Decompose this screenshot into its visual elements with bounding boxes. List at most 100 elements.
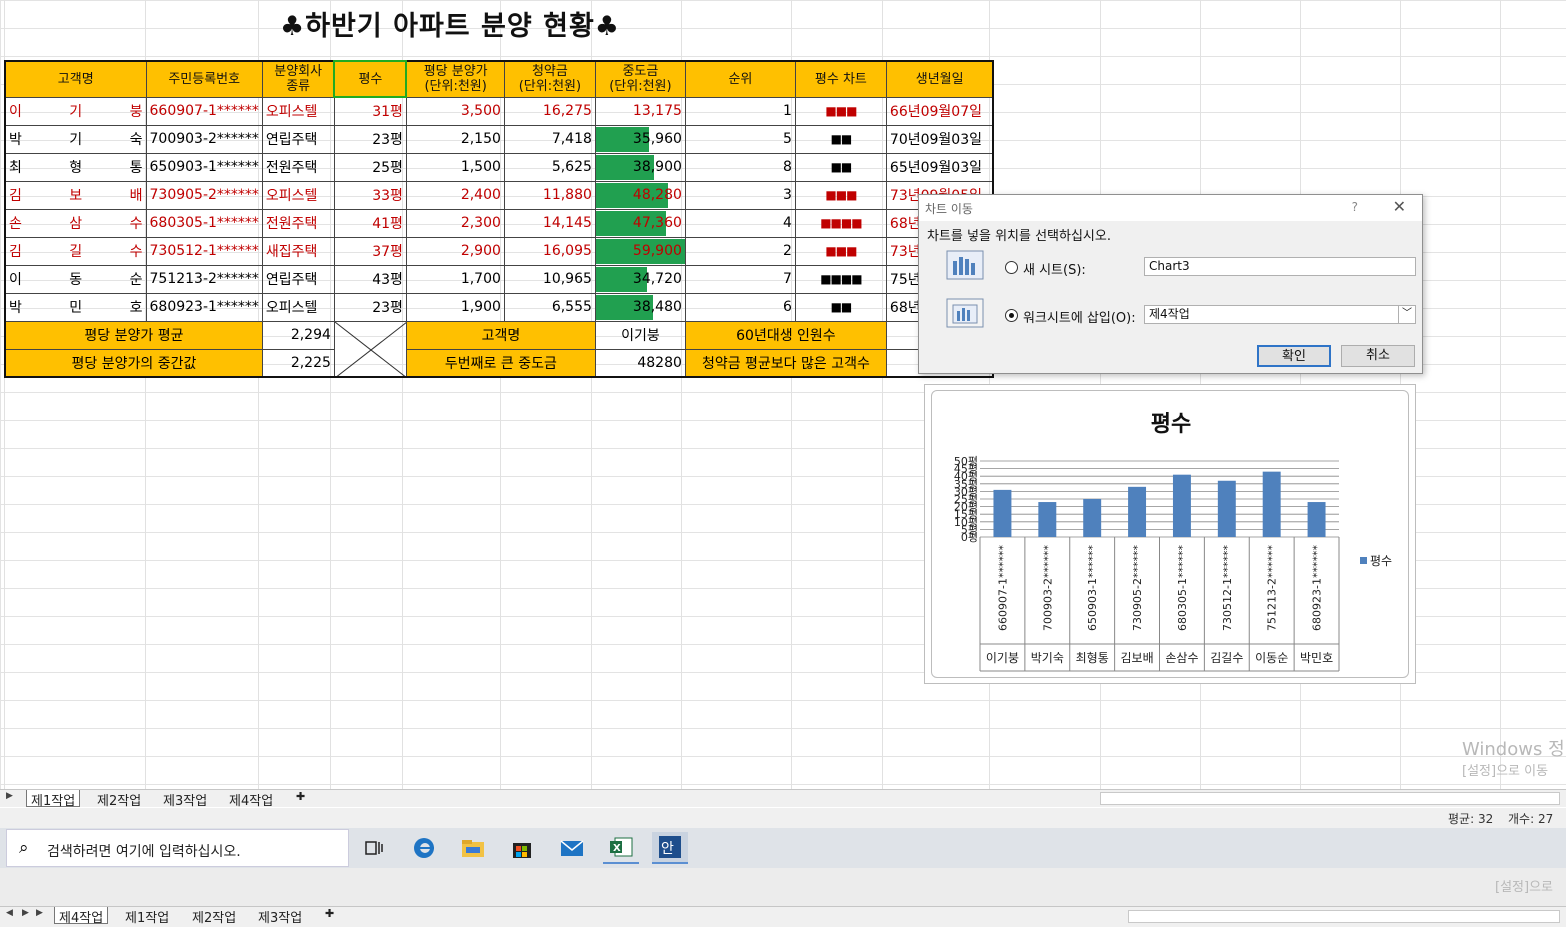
new-sheet-radio[interactable] [1005, 261, 1018, 274]
size[interactable]: 23평 [333, 292, 407, 322]
customer-name[interactable]: 박민호 [4, 292, 147, 322]
price-per-pyeong[interactable]: 1,700 [405, 264, 505, 294]
deposit[interactable]: 16,095 [503, 236, 596, 266]
tab-scroll-left-icon[interactable]: ◀ [6, 908, 13, 918]
tab-sheet-4[interactable]: 제4작업 [225, 790, 277, 809]
new-sheet-name-input[interactable]: Chart3 [1144, 257, 1416, 276]
company-type[interactable]: 오피스텔 [261, 180, 335, 210]
birth-date[interactable]: 66년09월07일 [885, 96, 994, 126]
price-per-pyeong[interactable]: 2,300 [405, 208, 505, 238]
second-label[interactable]: 두번째로 큰 중도금 [405, 348, 596, 378]
size-chart[interactable]: ■■■■ [794, 264, 887, 294]
size-chart[interactable]: ■■■ [794, 96, 887, 126]
tab-sheet-1[interactable]: 제1작업 [121, 907, 173, 926]
tab-scroll-right-icon[interactable]: ▶ [22, 908, 29, 918]
new-sheet-icon[interactable]: ✚ [292, 790, 309, 807]
resident-id[interactable]: 660907-1****** [145, 96, 263, 126]
customer-value[interactable]: 이기붕 [594, 320, 686, 350]
header-cell[interactable]: 평수 차트 [794, 60, 887, 98]
resident-id[interactable]: 680923-1****** [145, 292, 263, 322]
tab-scroll-last-icon[interactable]: ▶ [36, 908, 43, 918]
rank[interactable]: 3 [684, 180, 796, 210]
resident-id[interactable]: 751213-2****** [145, 264, 263, 294]
resident-id[interactable]: 650903-1****** [145, 152, 263, 182]
help-icon[interactable]: ? [1352, 200, 1358, 214]
object-in-radio[interactable] [1005, 309, 1018, 322]
mail-icon[interactable] [554, 832, 590, 864]
ok-button[interactable]: 확인 [1257, 345, 1331, 367]
search-input[interactable]: 검색하려면 여기에 입력하십시오. [47, 841, 241, 861]
company-type[interactable]: 연립주택 [261, 124, 335, 154]
close-icon[interactable]: ✕ [1393, 197, 1406, 216]
size[interactable]: 31평 [333, 96, 407, 126]
resident-id[interactable]: 730512-1****** [145, 236, 263, 266]
size[interactable]: 33평 [333, 180, 407, 210]
header-cell[interactable]: 평당 분양가 (단위:천원) [405, 60, 505, 98]
tab-sheet-2[interactable]: 제2작업 [93, 790, 145, 809]
tab-sheet-3[interactable]: 제3작업 [159, 790, 211, 809]
move-chart-dialog[interactable]: 차트 이동 ? ✕ 차트를 넣을 위치를 선택하십시오. 새 시트(S): Ch… [918, 194, 1423, 374]
header-cell[interactable]: 순위 [684, 60, 796, 98]
price-per-pyeong[interactable]: 3,500 [405, 96, 505, 126]
customer-name[interactable]: 이기붕 [4, 96, 147, 126]
customer-label[interactable]: 고객명 [405, 320, 596, 350]
price-per-pyeong[interactable]: 2,900 [405, 236, 505, 266]
customer-name[interactable]: 김길수 [4, 236, 147, 266]
rank[interactable]: 2 [684, 236, 796, 266]
new-sheet-icon[interactable]: ✚ [321, 907, 338, 924]
size-chart[interactable]: ■■■ [794, 180, 887, 210]
tab-scroll-right-icon[interactable]: ▶ [6, 791, 13, 801]
chart-area[interactable]: 평수 0평 5평 10평 15평 20평 25평 30평 35평 40평 45평 50평 660907-… [931, 390, 1409, 678]
mid-payment[interactable]: 47,360 [594, 208, 686, 238]
mid-payment[interactable]: 59,900 [594, 236, 686, 266]
company-type[interactable]: 오피스텔 [261, 96, 335, 126]
tab-sheet-2[interactable]: 제2작업 [188, 907, 240, 926]
company-type[interactable]: 전원주택 [261, 152, 335, 182]
rank[interactable]: 1 [684, 96, 796, 126]
median-value[interactable]: 2,225 [261, 348, 335, 378]
dialog-titlebar[interactable]: 차트 이동 ? ✕ [919, 195, 1422, 221]
deposit[interactable]: 6,555 [503, 292, 596, 322]
birth-date[interactable]: 70년09월03일 [885, 124, 994, 154]
size[interactable]: 25평 [333, 152, 407, 182]
company-type[interactable]: 새집주택 [261, 236, 335, 266]
crossed-cell[interactable] [333, 320, 407, 378]
chart-object[interactable]: 평수 0평 5평 10평 15평 20평 25평 30평 35평 40평 45평 50평 660907-… [924, 384, 1416, 684]
chevron-down-icon[interactable]: ﹀ [1398, 305, 1415, 324]
taskbar-search-box[interactable]: ⌕ 검색하려면 여기에 입력하십시오. [6, 829, 349, 867]
company-type[interactable]: 오피스텔 [261, 292, 335, 322]
header-cell[interactable]: 청약금 (단위:천원) [503, 60, 596, 98]
size[interactable]: 37평 [333, 236, 407, 266]
company-type[interactable]: 연립주택 [261, 264, 335, 294]
store-icon[interactable] [504, 832, 540, 864]
deposit[interactable]: 14,145 [503, 208, 596, 238]
rank[interactable]: 5 [684, 124, 796, 154]
size-chart[interactable]: ■■■ [794, 236, 887, 266]
birth-date[interactable]: 65년09월03일 [885, 152, 994, 182]
object-in-select[interactable]: 제4작업 ﹀ [1144, 305, 1416, 324]
deposit[interactable]: 5,625 [503, 152, 596, 182]
customer-name[interactable]: 이동순 [4, 264, 147, 294]
rank[interactable]: 6 [684, 292, 796, 322]
header-cell[interactable]: 분양회사 종류 [261, 60, 335, 98]
deposit[interactable]: 11,880 [503, 180, 596, 210]
rank[interactable]: 8 [684, 152, 796, 182]
median-label[interactable]: 평당 분양가의 중간값 [4, 348, 263, 378]
rank[interactable]: 7 [684, 264, 796, 294]
size[interactable]: 23평 [333, 124, 407, 154]
price-per-pyeong[interactable]: 1,500 [405, 152, 505, 182]
price-per-pyeong[interactable]: 2,400 [405, 180, 505, 210]
header-cell[interactable]: 주민등록번호 [145, 60, 263, 98]
tab-sheet-1[interactable]: 제1작업 [26, 790, 81, 809]
customer-name[interactable]: 김보배 [4, 180, 147, 210]
company-type[interactable]: 전원주택 [261, 208, 335, 238]
tab-sheet-4[interactable]: 제4작업 [54, 907, 109, 926]
mid-payment[interactable]: 35,960 [594, 124, 686, 154]
header-cell[interactable]: 고객명 [4, 60, 147, 98]
resident-id[interactable]: 730905-2****** [145, 180, 263, 210]
size[interactable]: 43평 [333, 264, 407, 294]
cancel-button[interactable]: 취소 [1341, 345, 1415, 367]
mid-payment[interactable]: 34,720 [594, 264, 686, 294]
rank[interactable]: 4 [684, 208, 796, 238]
header-cell[interactable]: 생년월일 [885, 60, 994, 98]
